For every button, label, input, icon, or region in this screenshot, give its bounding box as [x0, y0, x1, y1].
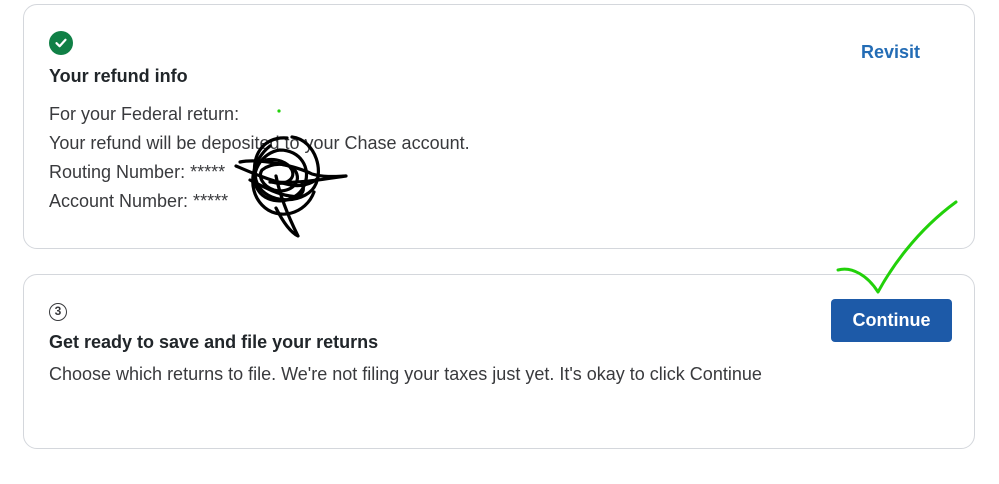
checkmark-icon — [49, 31, 73, 55]
federal-return-label: For your Federal return: — [49, 104, 240, 124]
continue-button[interactable]: Continue — [831, 299, 952, 342]
refund-info-card: Your refund info Revisit For your Federa… — [23, 4, 975, 249]
routing-number-text: Routing Number: ***** — [49, 162, 226, 182]
step-number-icon: 3 — [49, 303, 67, 321]
file-returns-card: 3 Get ready to save and file your return… — [23, 274, 975, 449]
page: Your refund info Revisit For your Federa… — [0, 0, 999, 484]
file-returns-description: Choose which returns to file. We're not … — [49, 364, 762, 384]
account-number-text: Account Number: ***** — [49, 191, 229, 211]
refund-info-title: Your refund info — [49, 66, 188, 86]
deposit-info-text: Your refund will be deposited to your Ch… — [49, 133, 470, 153]
revisit-link[interactable]: Revisit — [861, 42, 920, 63]
file-returns-title: Get ready to save and file your returns — [49, 332, 379, 352]
